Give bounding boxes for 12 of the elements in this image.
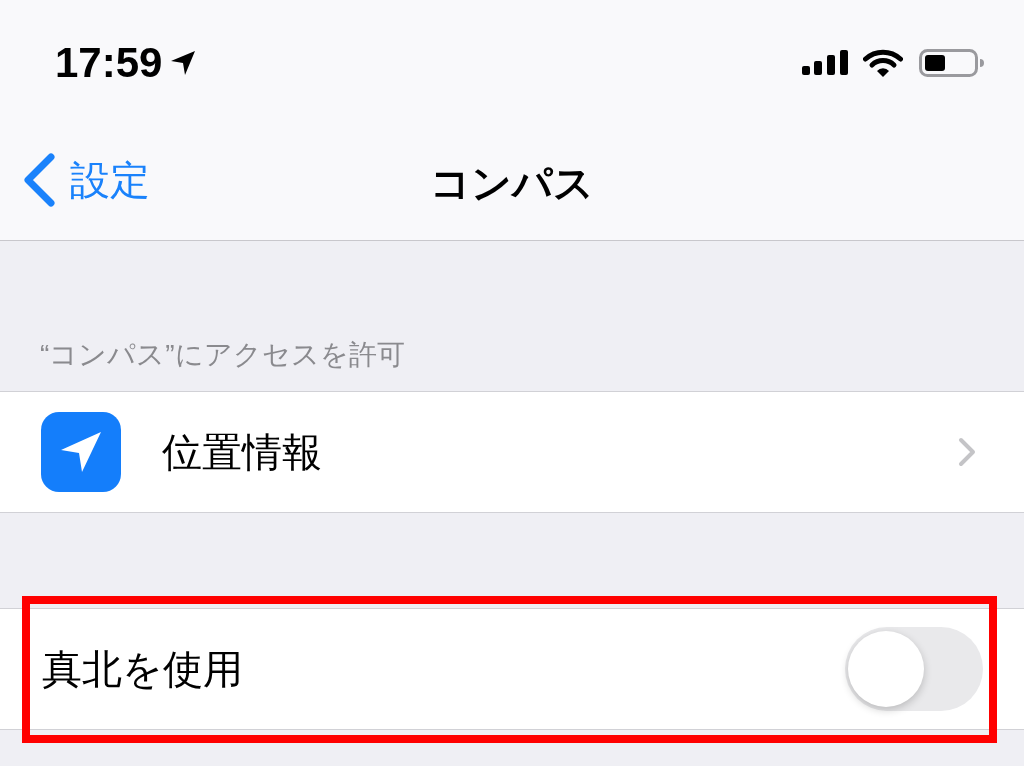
status-time: 17:59 (55, 41, 163, 84)
location-arrow-icon (170, 49, 197, 76)
battery-icon (919, 48, 985, 77)
wifi-icon (863, 48, 903, 77)
screen-title: コンパス (430, 162, 594, 203)
back-button[interactable]: 設定 (22, 153, 150, 207)
chevron-right-icon (958, 437, 976, 467)
row-label: 位置情報 (162, 432, 322, 472)
row-label: 真北を使用 (42, 649, 243, 689)
section-header: “コンパス”にアクセスを許可 (40, 341, 405, 369)
signal-icon (802, 50, 848, 75)
chevron-left-icon (22, 153, 56, 207)
